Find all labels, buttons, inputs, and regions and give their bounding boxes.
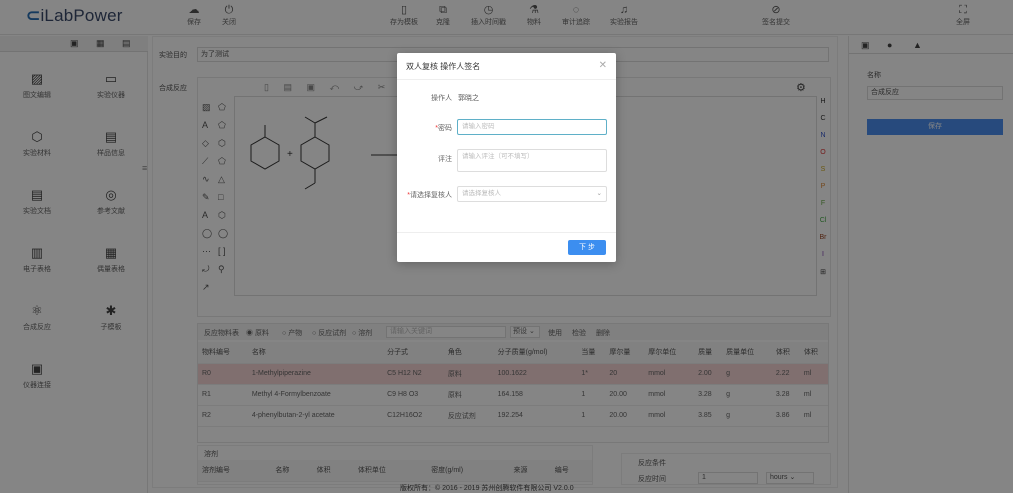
comment-textarea[interactable]: 请输入评注（可不填写） [457, 149, 607, 172]
operator-value: 郭晓之 [458, 95, 479, 102]
dialog-header-divider [397, 79, 616, 80]
reviewer-select[interactable]: 请选择复核人 ⌄ [457, 186, 607, 202]
password-label: *密码 [435, 125, 452, 132]
operator-label: 操作人 [431, 95, 452, 102]
comment-label: 评注 [438, 156, 452, 163]
double-review-sign-dialog: 双人复核 操作人签名 ✕ 操作人 郭晓之 *密码 请输入密码 评注 请输入评注（… [397, 53, 616, 262]
next-step-button[interactable]: 下 步 [568, 240, 606, 255]
chevron-down-icon: ⌄ [596, 190, 602, 197]
close-icon[interactable]: ✕ [599, 60, 607, 71]
password-input[interactable]: 请输入密码 [457, 119, 607, 135]
dialog-title: 双人复核 操作人签名 [406, 62, 481, 71]
reviewer-label: *请选择复核人 [407, 192, 452, 199]
dialog-footer-divider [397, 232, 616, 233]
